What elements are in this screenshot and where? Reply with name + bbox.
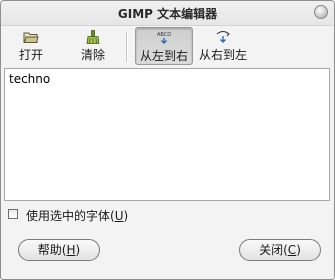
open-label: 打开 bbox=[18, 48, 43, 62]
window-title: GIMP 文本编辑器 bbox=[117, 7, 218, 21]
clear-button[interactable]: 清除 bbox=[71, 27, 115, 65]
help-button[interactable]: 帮助(H) bbox=[18, 239, 100, 261]
text-ltr-icon: ABCD bbox=[157, 32, 171, 44]
gimp-text-editor-window: GIMP 文本编辑器 打开 清除 ABCD 从左到右 从右到左 techno 使… bbox=[0, 0, 335, 280]
toolbar: 打开 清除 ABCD 从左到右 从右到左 bbox=[1, 26, 334, 68]
window-close-button[interactable] bbox=[314, 5, 328, 19]
clear-broom-icon bbox=[86, 30, 100, 44]
open-button[interactable]: 打开 bbox=[9, 27, 53, 65]
right-to-left-button[interactable]: 从右到左 bbox=[197, 27, 249, 65]
close-button[interactable]: 关闭(C) bbox=[239, 239, 321, 261]
text-edit-area[interactable]: techno bbox=[4, 68, 330, 201]
use-selected-font-checkbox[interactable] bbox=[8, 209, 18, 219]
toolbar-separator bbox=[126, 32, 128, 62]
left-to-right-button[interactable]: ABCD 从左到右 bbox=[135, 27, 193, 65]
right-to-left-label: 从右到左 bbox=[198, 48, 247, 62]
left-to-right-label: 从左到右 bbox=[139, 49, 188, 63]
title-bar: GIMP 文本编辑器 bbox=[1, 1, 334, 26]
editor-text: techno bbox=[9, 72, 51, 86]
svg-text:ABCD: ABCD bbox=[157, 32, 171, 38]
use-selected-font-label: 使用选中的字体(U) bbox=[26, 209, 129, 223]
clear-label: 清除 bbox=[80, 48, 105, 62]
text-rtl-icon bbox=[216, 31, 230, 43]
folder-open-icon bbox=[23, 32, 39, 43]
